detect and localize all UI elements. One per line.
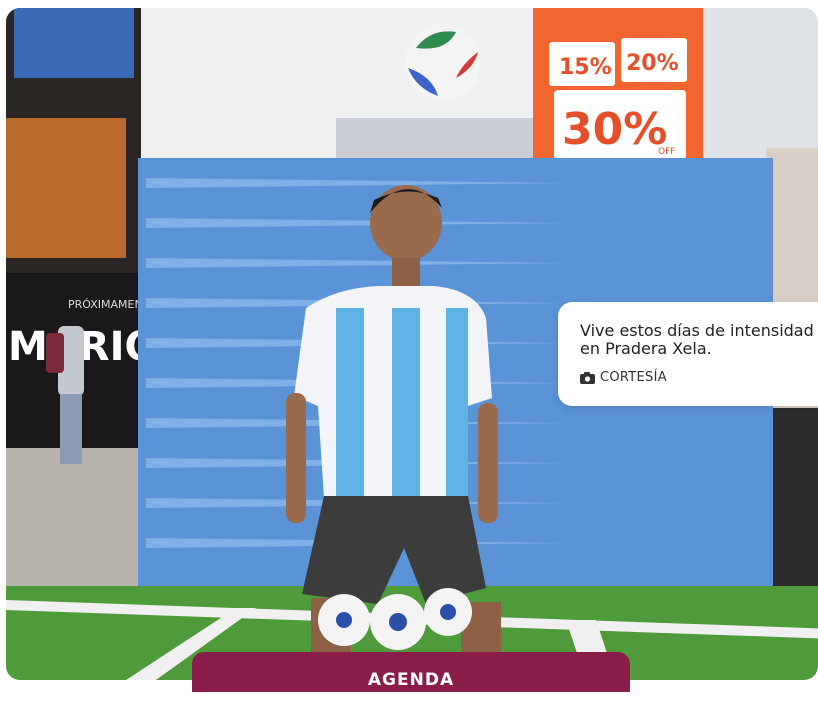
- promo-discount-a: 15%: [559, 55, 612, 80]
- photo-credit-label: CORTESÍA: [600, 370, 667, 385]
- photo-caption: Vive estos días de intensidad en Pradera…: [580, 321, 814, 358]
- player-neck: [392, 258, 420, 288]
- football-ground-1: [318, 594, 370, 646]
- photo-caption-card: Vive estos días de intensidad en Pradera…: [558, 302, 818, 406]
- jersey-stripe-right: [446, 308, 468, 498]
- checkered-banner: [14, 8, 134, 78]
- jersey-stripe-mid: [392, 308, 420, 498]
- football-ground-3: [424, 588, 472, 636]
- right-dark-equipment: [771, 408, 818, 608]
- camera-icon: [580, 371, 595, 384]
- football-ground-2: [370, 594, 426, 650]
- player-arm-right: [478, 403, 498, 523]
- promo-discount-suffix: OFF: [658, 147, 675, 157]
- player-arm-left: [286, 393, 306, 523]
- boot-poster: [6, 118, 126, 258]
- pedestrian-legs: [60, 394, 82, 464]
- promo-discount-b: 20%: [626, 51, 679, 76]
- pedestrian-backpack: [46, 333, 64, 373]
- football-airborne: [405, 24, 481, 100]
- agenda-button[interactable]: AGENDA: [192, 652, 630, 692]
- photo-credit: CORTESÍA: [580, 370, 667, 385]
- jersey-stripe-left: [336, 308, 364, 498]
- promo-discount-main: 30%: [562, 104, 667, 155]
